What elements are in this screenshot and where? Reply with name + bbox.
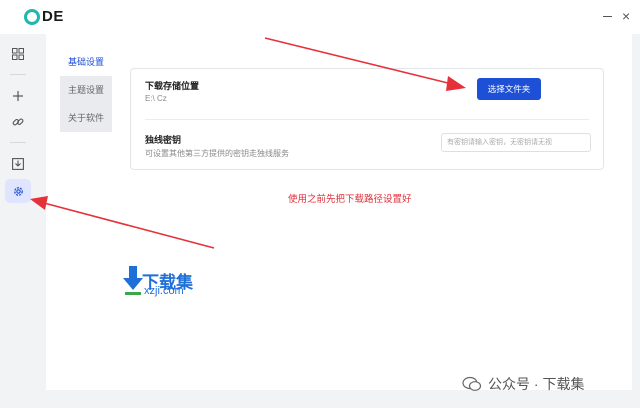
key-input[interactable]: 有密钥请输入密钥，无密钥请无视	[441, 133, 591, 152]
app-logo: DE	[24, 8, 64, 25]
wechat-account-text: 公众号 · 下载集	[488, 376, 585, 392]
exclusive-key-title: 独线密钥	[145, 135, 182, 145]
sidebar-divider	[10, 142, 26, 143]
close-button[interactable]: ×	[622, 8, 630, 24]
grid-icon	[12, 48, 24, 60]
gear-icon	[13, 186, 23, 196]
wechat-watermark: 公众号 · 下载集	[462, 374, 584, 394]
logo-o-icon	[24, 8, 40, 25]
download-location-title: 下载存储位置	[145, 81, 200, 91]
tab-basic-settings[interactable]: 基础设置	[60, 48, 112, 76]
tab-theme-settings[interactable]: 主题设置	[60, 76, 112, 104]
sidebar-item-link[interactable]	[5, 110, 31, 134]
logo-text: DE	[42, 8, 64, 25]
sidebar-item-add[interactable]	[5, 84, 31, 108]
sidebar	[0, 34, 40, 408]
choose-folder-button[interactable]: 选择文件夹	[477, 78, 541, 100]
sidebar-item-settings[interactable]	[5, 179, 31, 203]
download-path-value: E:\ Cz	[145, 94, 167, 103]
settings-card: 下载存储位置 E:\ Cz 选择文件夹 独线密钥 可设置其他第三方提供的密钥走独…	[130, 68, 604, 170]
download-arrow-icon	[123, 266, 143, 295]
settings-tabs: 基础设置 主题设置 关于软件	[60, 48, 112, 132]
notice-text: 使用之前先把下载路径设置好	[288, 194, 412, 205]
download-icon	[12, 158, 24, 170]
link-icon	[12, 118, 24, 126]
exclusive-key-description: 可设置其他第三方提供的密钥走独线服务	[145, 149, 289, 158]
row-divider	[145, 119, 589, 120]
watermark-url: xzji.com	[144, 285, 184, 297]
sidebar-item-downloads[interactable]	[5, 152, 31, 176]
title-bar: DE ×	[0, 0, 640, 34]
settings-panel: 基础设置 主题设置 关于软件 下载存储位置 E:\ Cz 选择文件夹 独线密钥 …	[46, 34, 632, 390]
minimize-button[interactable]	[603, 16, 612, 17]
plus-icon	[13, 91, 23, 101]
wechat-icon	[462, 376, 482, 391]
sidebar-item-dashboard[interactable]	[5, 42, 31, 66]
sidebar-divider	[10, 74, 26, 75]
tab-about-software[interactable]: 关于软件	[60, 104, 112, 132]
